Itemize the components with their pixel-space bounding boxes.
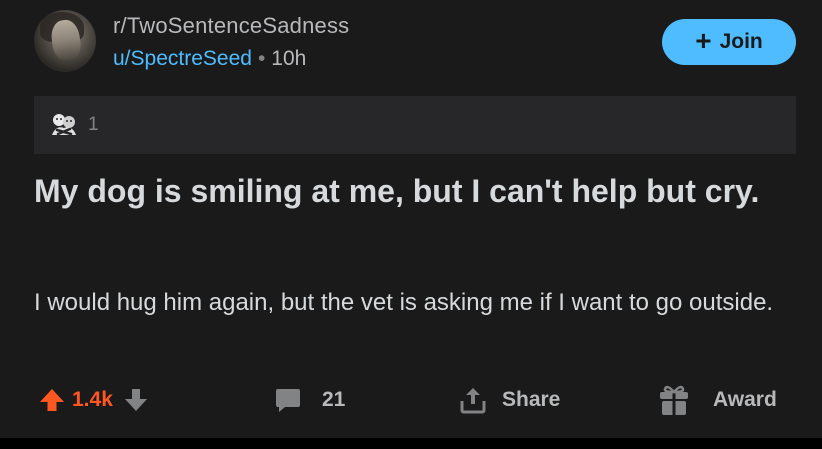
upvote-arrow-icon[interactable] [38, 386, 66, 414]
vote-group: 1.4k [38, 380, 149, 420]
share-icon [460, 388, 486, 414]
downvote-arrow-icon[interactable] [123, 386, 149, 414]
author-username[interactable]: u/SpectreSeed [113, 47, 252, 70]
join-button[interactable]: + Join [662, 19, 796, 65]
post-meta: u/SpectreSeed • 10h [113, 47, 306, 71]
award-button[interactable]: Award [657, 380, 777, 420]
join-label: Join [719, 30, 763, 53]
post-card: r/TwoSentenceSadness u/SpectreSeed • 10h +… [0, 0, 822, 438]
post-body: I would hug him again, but the vet is as… [34, 289, 774, 316]
comment-count: 21 [322, 388, 346, 411]
comment-bubble-icon [276, 389, 300, 412]
awards-bar[interactable]: 1 [34, 96, 796, 154]
comments-button[interactable]: 21 [274, 380, 345, 420]
post-title[interactable]: My dog is smiling at me, but I can't hel… [34, 170, 804, 212]
award-label: Award [713, 388, 777, 411]
share-label: Share [502, 388, 561, 411]
award-count: 1 [88, 114, 99, 135]
bottom-divider [0, 438, 822, 449]
subreddit-name[interactable]: r/TwoSentenceSadness [113, 13, 349, 39]
gift-icon [660, 385, 688, 415]
meta-separator: • [257, 47, 266, 70]
wholesome-hug-icon [52, 114, 76, 136]
vote-score: 1.4k [72, 388, 113, 411]
share-button[interactable]: Share [458, 380, 560, 420]
subreddit-avatar[interactable] [34, 10, 96, 72]
plus-icon: + [695, 25, 712, 56]
post-actions: 1.4k 21 Share Award [0, 380, 822, 420]
post-time: 10h [271, 47, 307, 70]
